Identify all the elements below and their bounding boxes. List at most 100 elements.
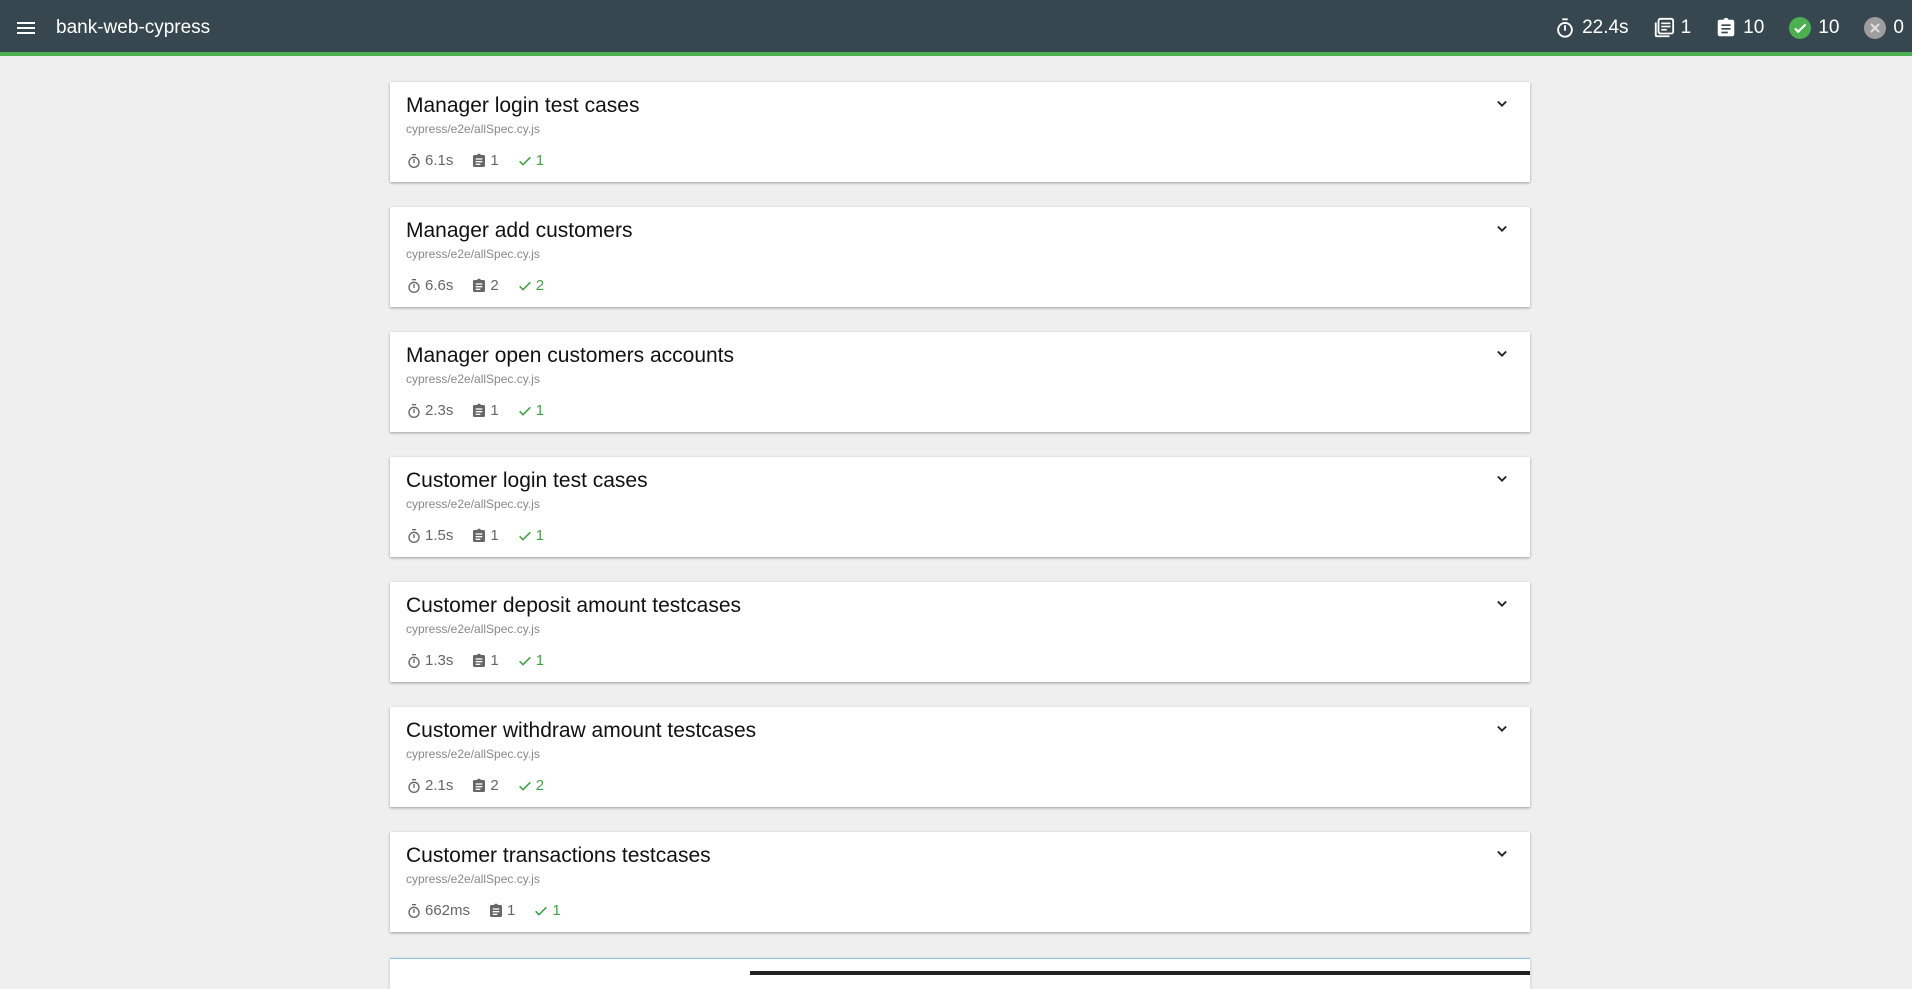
- suite-passed: 1: [517, 152, 544, 169]
- chevron-down-icon[interactable]: [1492, 594, 1512, 614]
- summary-passed-value: 10: [1818, 17, 1840, 38]
- assignment-icon: [473, 403, 486, 417]
- suite-passed: 2: [517, 277, 544, 294]
- suite-duration-value: 2.1s: [425, 777, 454, 794]
- suite-stats: 6.6s 2 2: [406, 277, 562, 294]
- summary-tests[interactable]: 10: [1715, 17, 1764, 39]
- timer-icon: [408, 778, 420, 793]
- suite-stats: 2.1s 2 2: [406, 777, 562, 794]
- chevron-down-icon[interactable]: [1492, 844, 1512, 864]
- suite-title: Customer deposit amount testcases: [406, 594, 741, 617]
- suite-title: Customer transactions testcases: [406, 844, 711, 867]
- suite-card[interactable]: Customer withdraw amount testcases cypre…: [390, 707, 1530, 807]
- suite-tests-value: 2: [490, 277, 499, 294]
- suite-stats: 2.3s 1 1: [406, 402, 562, 419]
- summary-failed[interactable]: 0: [1863, 16, 1904, 40]
- suite-tests: 1: [471, 152, 499, 169]
- chevron-down-icon[interactable]: [1492, 94, 1512, 114]
- suite-file-path: cypress/e2e/allSpec.cy.js: [406, 122, 540, 136]
- scroll-divider: [750, 971, 1530, 975]
- cancel-circle-icon: [1864, 17, 1887, 39]
- suite-passed: 1: [517, 402, 544, 419]
- suite-title: Manager login test cases: [406, 94, 640, 117]
- suite-passed-value: 2: [535, 277, 545, 294]
- suite-duration-value: 662ms: [425, 902, 471, 919]
- suite-tests: 1: [471, 652, 499, 669]
- suite-title: Customer login test cases: [406, 469, 648, 492]
- summary-suites-value: 1: [1680, 17, 1692, 38]
- suite-tests-value: 1: [507, 902, 516, 919]
- timer-icon: [408, 653, 420, 668]
- suite-duration-value: 6.6s: [425, 277, 454, 294]
- suite-tests: 2: [471, 777, 499, 794]
- assignment-icon: [473, 778, 486, 792]
- suite-file-path: cypress/e2e/allSpec.cy.js: [406, 497, 540, 511]
- suite-passed: 1: [517, 652, 544, 669]
- suite-duration: 6.1s: [406, 152, 453, 169]
- suite-passed-value: 2: [535, 777, 545, 794]
- check-icon: [518, 531, 531, 541]
- suite-stats: 1.3s 1 1: [406, 652, 562, 669]
- suite-duration-value: 6.1s: [425, 152, 454, 169]
- timer-icon: [408, 403, 420, 418]
- chevron-down-icon[interactable]: [1492, 219, 1512, 239]
- suite-stats: 662ms 1 1: [406, 902, 579, 919]
- suite-passed-value: 1: [552, 902, 561, 919]
- assignment-icon: [473, 528, 486, 542]
- summary-passed[interactable]: 10: [1788, 16, 1839, 40]
- suite-stats: 6.1s 1 1: [406, 152, 562, 169]
- assignment-icon: [490, 903, 503, 917]
- suite-card[interactable]: Customer login test cases cypress/e2e/al…: [390, 457, 1530, 557]
- summary-duration: 22.4s: [1554, 17, 1629, 39]
- suite-duration: 662ms: [406, 902, 470, 919]
- chevron-down-icon[interactable]: [1492, 469, 1512, 489]
- suite-duration: 6.6s: [406, 277, 453, 294]
- suite-title: Customer withdraw amount testcases: [406, 719, 757, 742]
- suite-title: Manager open customers accounts: [406, 344, 735, 367]
- summary-failed-value: 0: [1893, 17, 1904, 38]
- menu-button[interactable]: [14, 16, 38, 40]
- app-title: bank-web-cypress: [56, 17, 211, 38]
- summary-duration-value: 22.4s: [1582, 17, 1629, 38]
- assignment-icon: [1717, 17, 1735, 37]
- timer-icon: [408, 903, 420, 918]
- suite-passed-value: 1: [535, 652, 545, 669]
- suite-tests: 1: [488, 902, 515, 919]
- top-navbar: bank-web-cypress 22.4s 1 10 10 0: [0, 0, 1912, 56]
- suite-tests: 2: [471, 277, 499, 294]
- suite-tests-value: 1: [490, 152, 499, 169]
- suite-tests: 1: [471, 402, 499, 419]
- suite-tests-value: 1: [490, 652, 499, 669]
- suite-tests-value: 2: [490, 777, 499, 794]
- assignment-icon: [473, 278, 486, 292]
- suite-passed-value: 1: [535, 152, 545, 169]
- check-icon: [535, 906, 548, 916]
- check-icon: [518, 281, 531, 291]
- summary-stats: 22.4s 1 10 10 0: [1554, 14, 1912, 42]
- suite-passed-value: 1: [535, 527, 545, 544]
- suite-stats: 1.5s 1 1: [406, 527, 562, 544]
- suite-passed: 1: [533, 902, 561, 919]
- assignment-icon: [473, 653, 486, 667]
- suite-file-path: cypress/e2e/allSpec.cy.js: [406, 747, 540, 761]
- check-circle-icon: [1789, 17, 1812, 39]
- suite-card[interactable]: Manager login test cases cypress/e2e/all…: [390, 82, 1530, 182]
- summary-suites[interactable]: 1: [1653, 17, 1692, 39]
- suite-list: Manager login test cases cypress/e2e/all…: [390, 82, 1530, 957]
- suite-card-partial[interactable]: [390, 958, 1530, 989]
- check-icon: [518, 406, 531, 416]
- chevron-down-icon[interactable]: [1492, 344, 1512, 364]
- suite-passed: 2: [517, 777, 544, 794]
- timer-icon: [408, 278, 420, 293]
- suite-duration-value: 1.3s: [425, 652, 454, 669]
- suite-card[interactable]: Customer transactions testcases cypress/…: [390, 832, 1530, 932]
- suite-tests-value: 1: [490, 527, 499, 544]
- suite-card[interactable]: Manager open customers accounts cypress/…: [390, 332, 1530, 432]
- chevron-down-icon[interactable]: [1492, 719, 1512, 739]
- suite-card[interactable]: Manager add customers cypress/e2e/allSpe…: [390, 207, 1530, 307]
- suite-file-path: cypress/e2e/allSpec.cy.js: [406, 247, 540, 261]
- suite-tests: 1: [471, 527, 499, 544]
- library-books-icon: [1654, 17, 1674, 38]
- suite-card[interactable]: Customer deposit amount testcases cypres…: [390, 582, 1530, 682]
- suite-title: Manager add customers: [406, 219, 633, 242]
